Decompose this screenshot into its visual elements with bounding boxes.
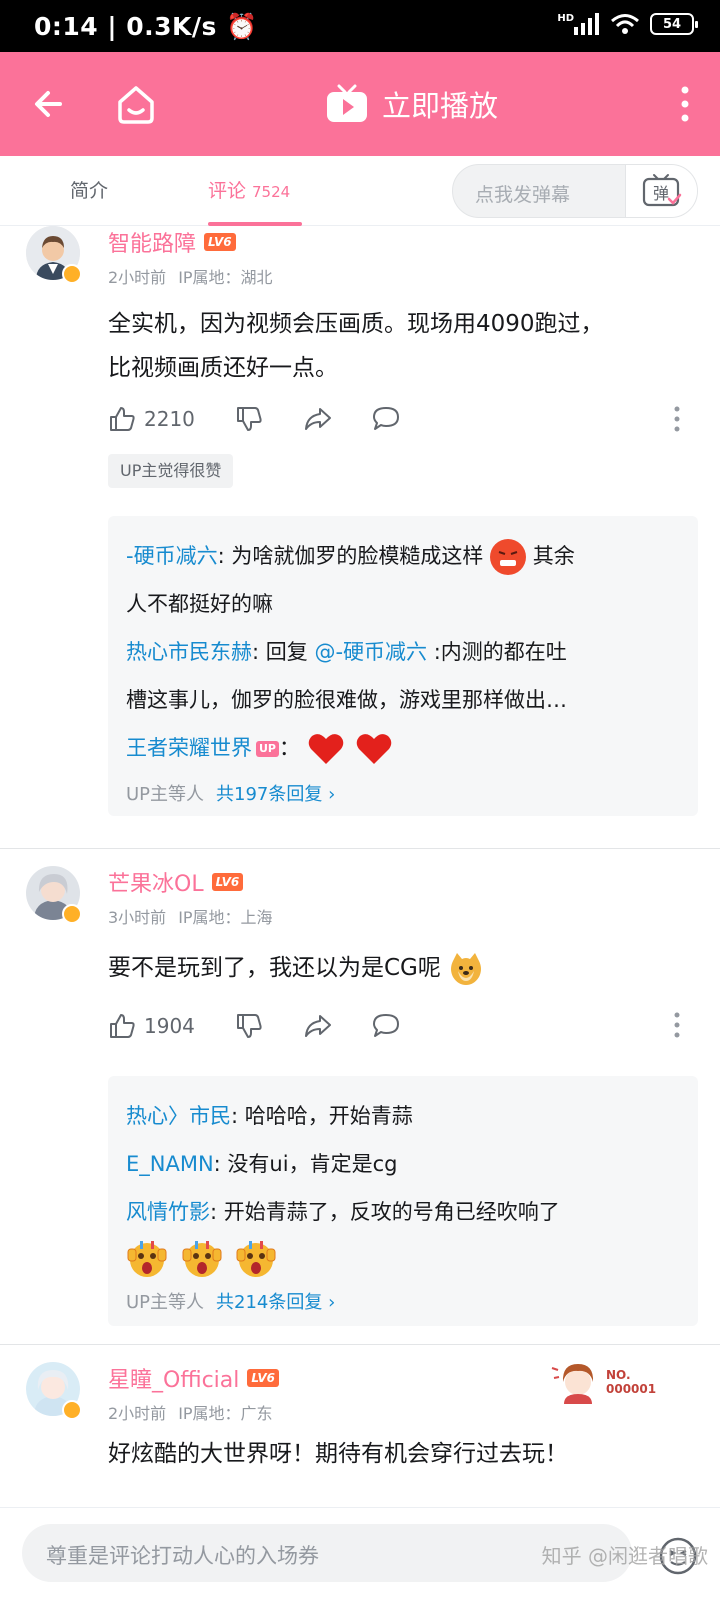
reply-item[interactable]: 热心〉市民: 哈哈哈，开始青蒜 xyxy=(126,1092,680,1140)
reply-preview[interactable]: 热心〉市民: 哈哈哈，开始青蒜 E_NAMN: 没有ui，肯定是cg 风情竹影:… xyxy=(108,1076,698,1326)
share-icon[interactable] xyxy=(303,405,333,433)
status-bar: 0:14 | 0.3K/s ⏰ HD 54 xyxy=(0,0,720,52)
play-now-label: 立即播放 xyxy=(382,89,499,123)
back-arrow-icon[interactable] xyxy=(30,82,74,126)
alarm-icon: ⏰ xyxy=(226,12,258,41)
comment-content: 要不是玩到了，我还以为是CG呢 xyxy=(108,946,688,990)
battery-icon: 54 xyxy=(650,13,698,35)
heart-icon xyxy=(357,734,392,764)
divider xyxy=(0,1344,720,1345)
angry-face-emoji-icon xyxy=(490,539,527,575)
verified-badge-icon xyxy=(62,904,82,924)
thumbs-up-icon xyxy=(110,1014,135,1038)
status-time: 0:14 | 0.3K/s ⏰ xyxy=(34,12,258,41)
verified-badge-icon xyxy=(62,264,82,284)
comment-item: 星瞳_Official LV6 2小时前 IP属地：广东 NO. 000001 好炫… xyxy=(0,1362,720,1502)
hd-indicator: HD xyxy=(557,12,574,24)
danmaku-icon: 弹 xyxy=(642,174,681,207)
reply-icon[interactable] xyxy=(371,405,401,433)
reply-item[interactable]: E_NAMN: 没有ui，肯定是cg xyxy=(126,1140,680,1188)
comment-input-placeholder: 尊重是评论打动人心的入场券 xyxy=(46,1544,319,1568)
username[interactable]: 星瞳_Official LV6 xyxy=(108,1362,280,1394)
up-tag: UP xyxy=(256,741,279,757)
tv-play-icon xyxy=(327,84,367,122)
comment-content: 好炫酷的大世界呀！期待有机会穿行过去玩！ xyxy=(108,1441,568,1467)
comment-item: 芒果冰OL LV6 3小时前 IP属地：上海 要不是玩到了，我还以为是CG呢 190… xyxy=(0,866,720,1326)
comment-content: 全实机，因为视频会压画质。现场用4090跑过， 比视频画质还好一点。 xyxy=(108,311,604,381)
fan-badge: NO. 000001 xyxy=(550,1358,670,1414)
play-now-button[interactable]: 立即播放 xyxy=(326,76,498,132)
shocked-face-emoji-icon xyxy=(236,1241,276,1277)
like-count: 1904 xyxy=(144,1014,195,1038)
share-icon[interactable] xyxy=(303,1012,333,1040)
thumbs-down-icon[interactable] xyxy=(235,1012,263,1040)
comment-meta: 3小时前 IP属地：上海 xyxy=(108,908,273,927)
up-liked-tag: UP主觉得很赞 xyxy=(108,454,234,488)
shocked-face-emoji-icon xyxy=(182,1241,222,1277)
reply-icon[interactable] xyxy=(371,1012,401,1040)
like-button[interactable]: 1904 xyxy=(108,1012,195,1040)
verified-badge-icon xyxy=(62,1400,82,1420)
username[interactable]: 智能路障 LV6 xyxy=(108,226,236,258)
watermark: 知乎 @闲逛者唱歌 xyxy=(541,1544,708,1568)
thumbs-down-icon[interactable] xyxy=(235,405,263,433)
level-badge: LV6 xyxy=(204,233,236,251)
view-all-replies[interactable]: UP主等人 共197条回复 › xyxy=(126,780,680,810)
reply-item[interactable]: 热心市民东赫: 回复 @-硬币减六 :内测的都在吐 槽这事儿，伽罗的脸很难做，游… xyxy=(126,628,680,724)
comment-actions: 2210 xyxy=(108,403,401,435)
danmaku-settings-button[interactable]: 弹 xyxy=(625,165,697,217)
tab-intro[interactable]: 简介 xyxy=(70,176,108,203)
heart-icon xyxy=(308,734,343,764)
more-vertical-icon[interactable] xyxy=(678,84,692,124)
mention-link[interactable]: @-硬币减六 xyxy=(314,640,427,664)
comment-count: 7524 xyxy=(252,183,291,201)
view-all-replies[interactable]: UP主等人 共214条回复 › xyxy=(126,1288,680,1318)
home-icon[interactable] xyxy=(112,80,160,128)
divider xyxy=(0,848,720,849)
reply-item[interactable]: 风情竹影: 开始青蒜了，反攻的号角已经吹响了 xyxy=(126,1188,680,1280)
reply-item[interactable]: -硬币减六: 为啥就伽罗的脸模糙成这样 其余 人不都挺好的嘛 xyxy=(126,532,680,628)
danmaku-placeholder: 点我发弹幕 xyxy=(475,184,571,206)
shocked-face-emoji-icon xyxy=(127,1241,167,1277)
fan-badge-character-icon xyxy=(551,1364,594,1404)
comment-meta: 2小时前 IP属地：广东 xyxy=(108,1404,273,1423)
like-count: 2210 xyxy=(144,407,195,431)
comment-actions: 1904 xyxy=(108,1010,401,1042)
top-bar: 立即播放 xyxy=(0,52,720,156)
doge-emoji-icon xyxy=(448,951,484,987)
username[interactable]: 芒果冰OL LV6 xyxy=(108,866,244,898)
like-button[interactable]: 2210 xyxy=(108,405,195,433)
comment-more-icon[interactable] xyxy=(674,1012,680,1038)
comment-meta: 2小时前 IP属地：湖北 xyxy=(108,268,273,287)
comment-more-icon[interactable] xyxy=(674,406,680,432)
tab-comments[interactable]: 评论 7524 xyxy=(208,176,290,203)
reply-preview[interactable]: -硬币减六: 为啥就伽罗的脸模糙成这样 其余 人不都挺好的嘛 热心市民东赫: 回… xyxy=(108,516,698,816)
level-badge: LV6 xyxy=(247,1369,280,1387)
danmaku-input[interactable]: 点我发弹幕 弹 xyxy=(452,164,698,218)
level-badge: LV6 xyxy=(211,873,244,891)
reply-item[interactable]: 王者荣耀世界 UP： xyxy=(126,724,680,772)
svg-text:弹: 弹 xyxy=(652,184,668,203)
signal-icon xyxy=(574,13,599,35)
comment-item: 智能路障 LV6 2小时前 IP属地：湖北 全实机，因为视频会压画质。现场用4090… xyxy=(0,226,720,846)
wifi-icon xyxy=(611,14,639,34)
comment-input[interactable]: 尊重是评论打动人心的入场券 xyxy=(22,1524,632,1582)
thumbs-up-icon xyxy=(110,407,135,431)
